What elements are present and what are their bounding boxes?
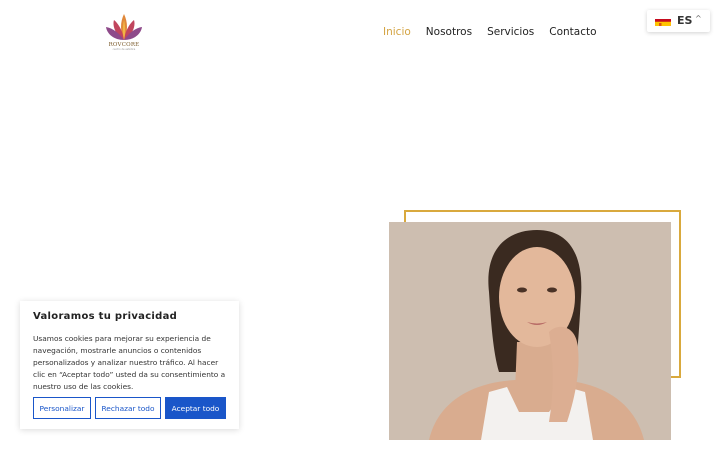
logo-subtext: centro de estética — [112, 48, 136, 51]
cookie-body: Usamos cookies para mejorar su experienc… — [33, 334, 226, 391]
nav-item-contacto[interactable]: Contacto — [549, 26, 596, 38]
hero-photo — [389, 222, 671, 440]
customize-button[interactable]: Personalizar — [33, 397, 91, 419]
main-nav: Inicio Nosotros Servicios Contacto — [383, 26, 597, 38]
language-code: ES — [677, 14, 693, 27]
cookie-actions: Personalizar Rechazar todo Aceptar todo — [33, 397, 226, 419]
accept-all-button[interactable]: Aceptar todo — [165, 397, 226, 419]
cookie-title: Valoramos tu privacidad — [33, 311, 178, 322]
nav-item-inicio[interactable]: Inicio — [383, 26, 411, 38]
spain-flag-icon — [655, 15, 671, 26]
reject-all-button[interactable]: Rechazar todo — [95, 397, 161, 419]
woman-portrait-image — [389, 222, 671, 440]
chevron-up-icon: ^ — [695, 14, 702, 23]
cookie-banner: Valoramos tu privacidad Usamos cookies p… — [20, 301, 239, 429]
lotus-logo-icon — [106, 14, 142, 40]
nav-item-nosotros[interactable]: Nosotros — [426, 26, 472, 38]
nav-item-servicios[interactable]: Servicios — [487, 26, 534, 38]
language-switcher[interactable]: ES ^ — [647, 10, 710, 32]
